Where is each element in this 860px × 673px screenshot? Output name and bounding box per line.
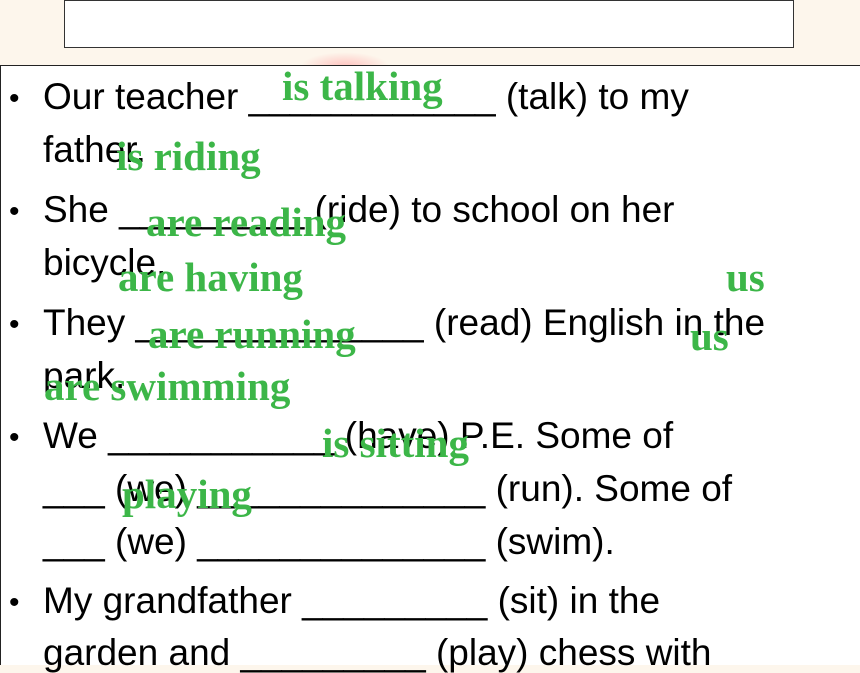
exercise-5-line-2: garden and _________ (play) chess with (43, 632, 712, 673)
bullet-icon: • (9, 586, 20, 619)
answer-is-talking: is talking (282, 63, 443, 109)
answer-are-having: are having (118, 254, 303, 300)
exercise-5-line-1: My grandfather _________ (sit) in the (43, 580, 661, 621)
answer-are-running: are running (148, 311, 356, 357)
bullet-icon: • (9, 82, 20, 115)
bullet-icon: • (9, 421, 20, 454)
slide-title-box (64, 0, 794, 48)
answer-is-riding: is riding (116, 133, 261, 179)
bullet-icon: • (9, 308, 20, 341)
answer-is-sitting: is sitting (322, 420, 469, 466)
bullet-icon: • (9, 195, 20, 228)
answer-are-swimming: are swimming (44, 363, 291, 409)
exercise-2-line-1: She _________ (ride) to school on her (43, 189, 675, 230)
answer-playing: playing (122, 471, 252, 517)
exercise-4-line-3: ___ (we) ______________ (swim). (43, 521, 615, 562)
answer-us-1: us (726, 254, 765, 300)
answer-us-2: us (690, 313, 729, 359)
answer-are-reading: are reading (146, 199, 347, 245)
